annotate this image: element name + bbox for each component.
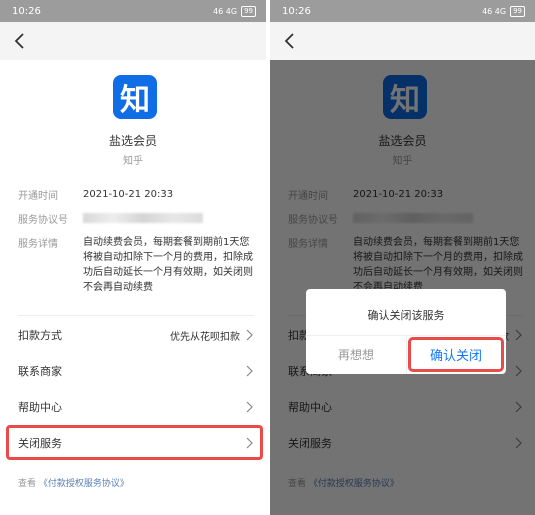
chevron-right-icon (246, 365, 254, 377)
back-arrow-icon[interactable] (10, 31, 30, 51)
confirm-close-button[interactable]: 确认关闭 (408, 337, 504, 372)
chevron-right-icon (246, 329, 254, 341)
battery-icon: 99 (241, 5, 256, 17)
agreement-no-row: 服务协议号 (18, 211, 254, 226)
footer-prefix: 查看 (18, 479, 37, 489)
payment-method-row[interactable]: 扣款方式 优先从花呗扣款 (18, 323, 254, 347)
merchant-name: 知乎 (123, 156, 143, 167)
status-icons: 46 4G 99 (482, 5, 525, 17)
open-time-label: 开通时间 (18, 191, 58, 202)
top-bar (0, 22, 266, 60)
open-time-row: 开通时间 2021-10-21 20:33 (18, 187, 254, 202)
status-bar: 10:26 46 4G 99 (0, 0, 266, 22)
signal-icon: 46 4G (482, 6, 507, 16)
help-center-label: 帮助中心 (18, 401, 62, 414)
chevron-right-icon (246, 401, 254, 413)
contact-merchant-label: 联系商家 (18, 365, 62, 378)
dialog-title: 确认关闭该服务 (367, 309, 445, 322)
zhihu-logo-icon: 知 (113, 75, 157, 119)
status-bar: 10:26 46 4G 99 (270, 0, 535, 22)
agreement-footer: 查看 《付款授权服务协议》 (18, 476, 129, 489)
service-detail-card: 知 盐选会员 知乎 开通时间 2021-10-21 20:33 服务协议号 服务… (0, 60, 266, 515)
confirm-close-dialog: 确认关闭该服务 再想想 确认关闭 (306, 289, 506, 374)
status-time: 10:26 (282, 5, 311, 17)
modal-overlay[interactable] (270, 60, 535, 515)
details-row: 服务详情 自动续费会员，每期套餐到期前1天您将被自动扣除下一个月的费用，扣除成功… (18, 235, 254, 295)
details-label: 服务详情 (18, 239, 58, 250)
payment-method-value: 优先从花呗扣款 (170, 331, 240, 343)
payment-agreement-link[interactable]: 《付款授权服务协议》 (39, 479, 129, 489)
cancel-button[interactable]: 再想想 (306, 335, 406, 374)
dialog-button-divider (406, 335, 407, 374)
open-time-value: 2021-10-21 20:33 (83, 189, 174, 200)
top-bar (270, 22, 535, 60)
divider (18, 315, 254, 316)
service-name: 盐选会员 (108, 134, 157, 148)
status-icons: 46 4G 99 (213, 5, 256, 17)
signal-icon: 46 4G (213, 6, 238, 16)
right-screen: 10:26 46 4G 99 知 盐选会员 知乎 开通时间 2021-10-21… (270, 0, 535, 515)
status-time: 10:26 (12, 5, 41, 17)
payment-method-label: 扣款方式 (18, 329, 62, 342)
details-value: 自动续费会员，每期套餐到期前1天您将被自动扣除下一个月的费用，扣除成功后自动延长… (83, 237, 253, 293)
back-arrow-icon[interactable] (280, 31, 300, 51)
close-service-highlight (6, 425, 263, 460)
left-screen: 10:26 46 4G 99 知 盐选会员 知乎 开通时间 2021-10-21… (0, 0, 266, 515)
battery-icon: 99 (510, 5, 525, 17)
contact-merchant-row[interactable]: 联系商家 (18, 359, 254, 383)
agreement-no-label: 服务协议号 (18, 215, 68, 226)
help-center-row[interactable]: 帮助中心 (18, 395, 254, 419)
agreement-no-redacted (83, 213, 203, 223)
